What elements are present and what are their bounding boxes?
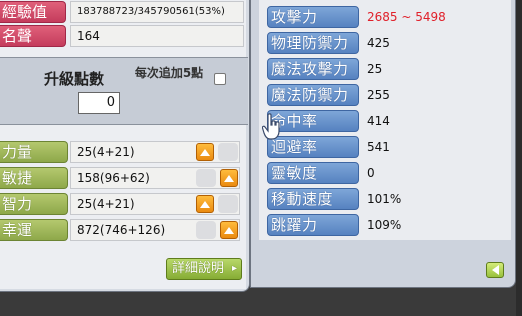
ability-point-value: 0 [78,92,120,114]
character-stat-window: 經驗值 183788723/345790561(53%) 名聲 164 升級點數… [0,0,522,316]
stat-row-str: 力量 25(4+21) [0,141,246,163]
hand-pointer-icon [262,113,280,140]
ability-point-label: 升級點數 [44,70,105,88]
detail-stat-label: 攻擊力 [267,6,359,28]
detail-stat-label: 魔法防禦力 [267,84,359,106]
stat-row-luk: 幸運 872(746+126) [0,219,246,241]
stat-row-int: 智力 25(4+21) [0,193,246,215]
up-arrow-icon[interactable] [220,169,238,187]
up-arrow-icon[interactable] [196,195,214,213]
detail-stat-value: 541 [367,140,390,154]
stat-slot-disabled [196,169,216,187]
stat-row-dex: 敏捷 158(96+62) [0,167,246,189]
stat-slot-disabled [218,143,238,161]
stat-value: 25(4+21) [70,193,240,215]
stat-slot-disabled [218,195,238,213]
detail-stat-value: 109% [367,218,402,232]
exp-value: 183788723/345790561(53%) [70,1,244,23]
detail-stat-label: 靈敏度 [267,162,359,184]
detail-stat-value: 0 [367,166,375,180]
stat-label: 敏捷 [0,167,68,189]
detail-button[interactable]: 詳細說明 ▸ [166,258,242,280]
detail-stat-value: 25 [367,62,383,76]
up-arrow-icon[interactable] [196,143,214,161]
detail-stat-label: 物理防禦力 [267,32,359,54]
detail-stat-label: 魔法攻擊力 [267,58,359,80]
exp-label: 經驗值 [0,1,66,23]
ability-point-panel: 升級點數 0 每次追加5點 [0,57,248,125]
exp-row: 經驗值 183788723/345790561(53%) [0,1,246,23]
detail-stat-panel: 攻擊力 2685 ~ 5498 物理防禦力 425 魔法攻擊力 25 魔法防禦力… [250,0,516,288]
detail-stat-value: 2685 ~ 5498 [367,10,446,24]
stat-panel-left: 經驗值 183788723/345790561(53%) 名聲 164 升級點數… [0,0,250,292]
detail-button-label: 詳細說明 [172,261,225,276]
fame-value: 164 [70,25,244,47]
fame-label: 名聲 [0,25,66,47]
detail-stat-value: 255 [367,88,390,102]
detail-stat-label: 跳躍力 [267,214,359,236]
window-edge [516,0,522,316]
chevron-right-icon: ▸ [231,263,237,274]
stat-slot-disabled [196,221,216,239]
detail-stat-value: 414 [367,114,390,128]
detail-stat-label: 移動速度 [267,188,359,210]
auto-assign-checkbox[interactable] [214,73,226,85]
stat-label: 智力 [0,193,68,215]
stat-value: 25(4+21) [70,141,240,163]
stat-label: 力量 [0,141,68,163]
back-arrow-icon[interactable] [486,262,504,278]
up-arrow-icon[interactable] [220,221,238,239]
auto-assign-label: 每次追加5點 [134,66,204,80]
fame-row: 名聲 164 [0,25,246,47]
stat-label: 幸運 [0,219,68,241]
detail-stat-value: 101% [367,192,402,206]
detail-stat-value: 425 [367,36,390,50]
